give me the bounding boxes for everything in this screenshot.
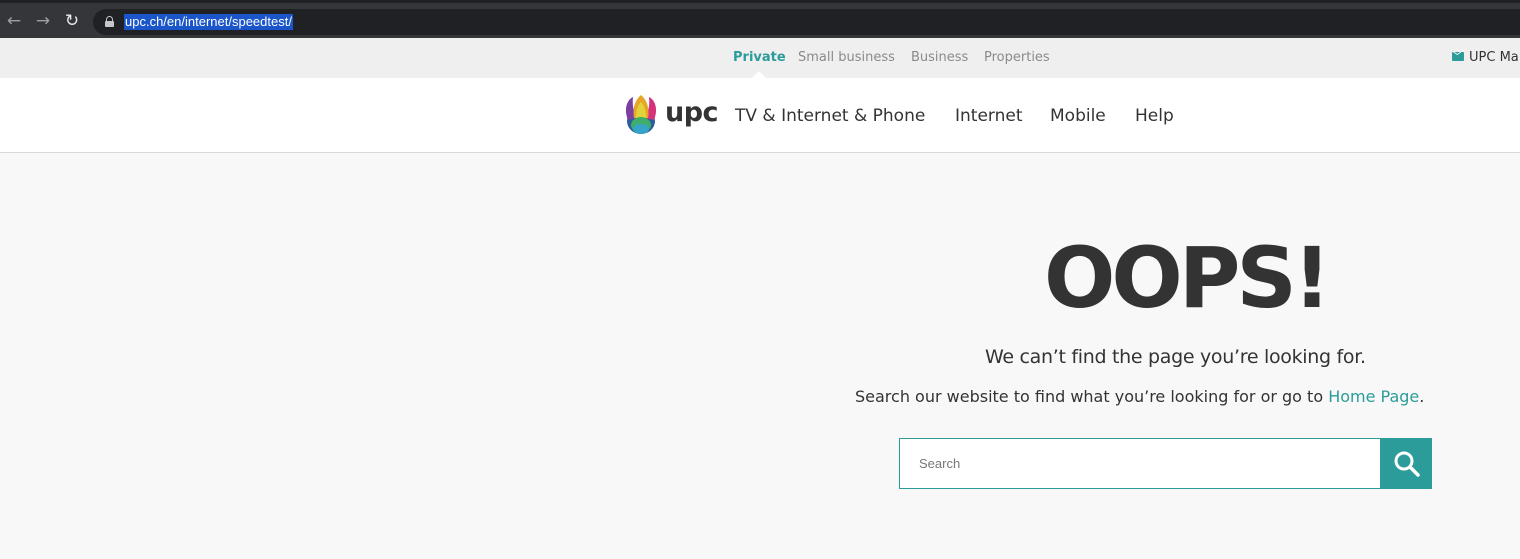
error-hint: Search our website to find what you’re l… bbox=[855, 387, 1424, 407]
segment-properties[interactable]: Properties bbox=[984, 50, 1050, 66]
segment-private[interactable]: Private bbox=[733, 50, 786, 66]
upc-logo-icon[interactable] bbox=[620, 94, 662, 136]
upc-logo-text[interactable]: upc bbox=[665, 96, 719, 130]
search-field bbox=[899, 438, 1383, 489]
address-bar[interactable]: upc.ch/en/internet/speedtest/ bbox=[93, 9, 1520, 35]
menu-internet[interactable]: Internet bbox=[955, 106, 1023, 126]
error-message: We can’t find the page you’re looking fo… bbox=[985, 346, 1366, 368]
back-arrow-icon[interactable]: ← bbox=[4, 11, 24, 31]
search-input[interactable] bbox=[900, 439, 1383, 488]
menu-help[interactable]: Help bbox=[1135, 106, 1174, 126]
reload-icon[interactable]: ↻ bbox=[62, 11, 82, 31]
forward-arrow-icon[interactable]: → bbox=[33, 11, 53, 31]
error-hint-text: Search our website to find what you’re l… bbox=[855, 387, 1329, 406]
active-segment-caret bbox=[752, 71, 766, 78]
mail-link-label: UPC Ma bbox=[1469, 50, 1519, 65]
browser-toolbar: ← → ↻ upc.ch/en/internet/speedtest/ bbox=[0, 0, 1520, 38]
menu-mobile[interactable]: Mobile bbox=[1050, 106, 1106, 126]
upc-mail-link[interactable]: UPC Ma bbox=[1452, 50, 1519, 66]
segment-small-business[interactable]: Small business bbox=[798, 50, 895, 66]
mail-icon bbox=[1452, 52, 1464, 61]
segment-business[interactable]: Business bbox=[911, 50, 968, 66]
search-button[interactable] bbox=[1380, 438, 1432, 489]
menu-tv-internet-phone[interactable]: TV & Internet & Phone bbox=[735, 106, 925, 126]
error-title: OOPS! bbox=[1044, 229, 1331, 327]
lock-icon bbox=[105, 16, 114, 27]
error-hint-end: . bbox=[1419, 387, 1425, 406]
segment-nav: Private Small business Business Properti… bbox=[0, 38, 1520, 78]
search-icon bbox=[1394, 451, 1420, 477]
main-header: upc TV & Internet & Phone Internet Mobil… bbox=[0, 78, 1520, 153]
home-page-link[interactable]: Home Page bbox=[1328, 387, 1419, 406]
url-text[interactable]: upc.ch/en/internet/speedtest/ bbox=[124, 14, 293, 30]
